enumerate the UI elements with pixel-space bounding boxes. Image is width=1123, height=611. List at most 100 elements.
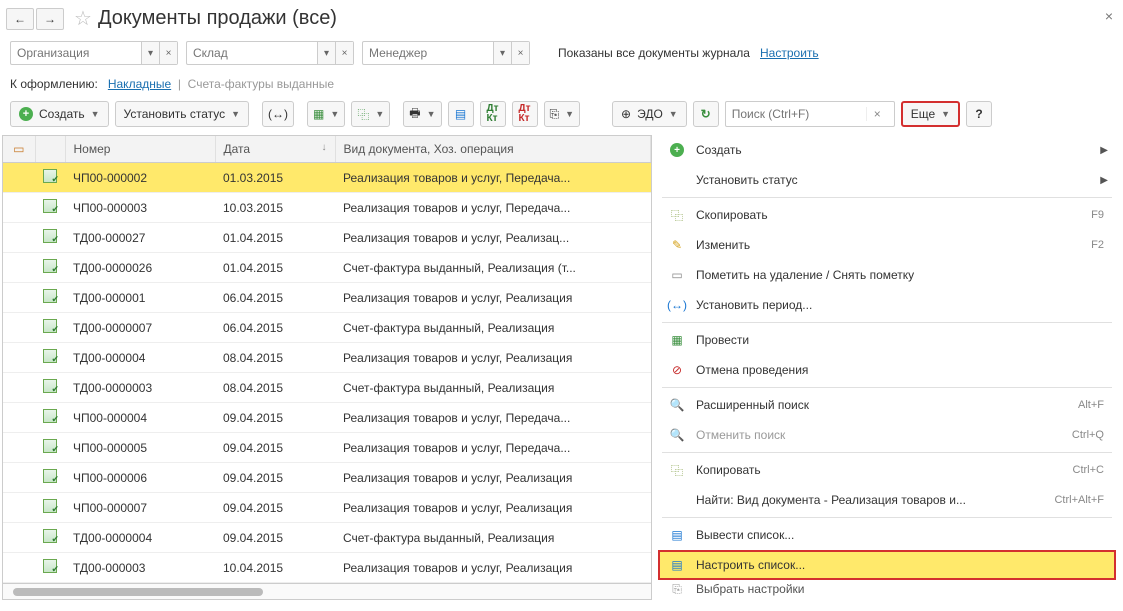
nakladnye-link[interactable]: Накладные — [108, 77, 171, 91]
menu-item[interactable]: ✎ИзменитьF2 — [658, 230, 1116, 260]
sklad-input[interactable] — [187, 42, 317, 64]
manager-input[interactable] — [363, 42, 493, 64]
table-row[interactable]: ЧП00-00000409.04.2015Реализация товаров … — [3, 403, 651, 433]
table-row[interactable]: ТД00-000000308.04.2015Счет-фактура выдан… — [3, 373, 651, 403]
cell-date: 09.04.2015 — [215, 463, 335, 493]
doc-status-icon — [43, 229, 57, 243]
cell-type: Реализация товаров и услуг, Реализация — [335, 343, 651, 373]
menu-item-label: Вывести список... — [696, 528, 794, 542]
shortcut-label: F2 — [1091, 239, 1104, 251]
menu-item-label: Отменить поиск — [696, 428, 785, 442]
copy-icon: ⿻ — [357, 106, 369, 123]
nav-forward-button[interactable]: → — [36, 8, 64, 30]
to-process-row: К оформлению: Накладные | Счета-фактуры … — [0, 69, 1123, 95]
org-filter[interactable]: ▾ × — [10, 41, 178, 65]
number-col-header[interactable]: Номер — [65, 136, 215, 163]
refresh-icon: ↻ — [701, 107, 711, 121]
cell-type: Реализация товаров и услуг, Реализац... — [335, 223, 651, 253]
sklad-filter[interactable]: ▾ × — [186, 41, 354, 65]
table-row[interactable]: ТД00-000000706.04.2015Счет-фактура выдан… — [3, 313, 651, 343]
cell-number: ТД00-0000004 — [65, 523, 215, 553]
clear-icon[interactable]: × — [511, 42, 529, 64]
dtkt-red-button[interactable]: Дт Кт — [512, 101, 538, 127]
reports-button[interactable]: ▤ — [448, 101, 474, 127]
clear-icon[interactable]: × — [335, 42, 353, 64]
dropdown-icon[interactable]: ▾ — [317, 42, 335, 64]
copy-button[interactable]: ⿻▼ — [351, 101, 390, 127]
menu-item[interactable]: ▤Вывести список... — [658, 520, 1116, 550]
edo-button[interactable]: ⊕ ЭДО ▼ — [612, 101, 687, 127]
table-row[interactable]: ТД00-00000408.04.2015Реализация товаров … — [3, 343, 651, 373]
more-button[interactable]: Еще ▼ — [901, 101, 960, 127]
fill-button[interactable]: ▦▼ — [307, 101, 345, 127]
dtkt-green-button[interactable]: Дт Кт — [480, 101, 506, 127]
clear-search-icon[interactable]: × — [866, 107, 888, 121]
print-button[interactable]: 🖶▼ — [403, 101, 441, 127]
table-row[interactable]: ЧП00-00000310.03.2015Реализация товаров … — [3, 193, 651, 223]
period-icon: (↔) — [268, 107, 288, 121]
cell-type: Счет-фактура выданный, Реализация — [335, 523, 651, 553]
search-box[interactable]: × — [725, 101, 895, 127]
menu-item[interactable]: Найти: Вид документа - Реализация товаро… — [658, 485, 1116, 515]
cell-number: ТД00-0000007 — [65, 313, 215, 343]
dropdown-icon[interactable]: ▾ — [141, 42, 159, 64]
manager-filter[interactable]: ▾ × — [362, 41, 530, 65]
clear-icon[interactable]: × — [159, 42, 177, 64]
horizontal-scrollbar[interactable] — [3, 583, 651, 599]
status-col-header[interactable]: ▭ — [3, 136, 35, 163]
configure-link[interactable]: Настроить — [760, 46, 819, 60]
cell-date: 09.04.2015 — [215, 493, 335, 523]
close-button[interactable]: × — [1105, 8, 1113, 24]
create-button[interactable]: + Создать ▼ — [10, 101, 109, 127]
post-icon: ▦ — [668, 333, 686, 347]
doc-status-icon — [43, 349, 57, 363]
cell-date: 09.04.2015 — [215, 403, 335, 433]
menu-item[interactable]: (↔)Установить период... — [658, 290, 1116, 320]
set-status-button[interactable]: Установить статус ▼ — [115, 101, 250, 127]
table-row[interactable]: ТД00-000000409.04.2015Счет-фактура выдан… — [3, 523, 651, 553]
menu-item[interactable]: 🔍Расширенный поискAlt+F — [658, 390, 1116, 420]
table-row[interactable]: ЧП00-00000201.03.2015Реализация товаров … — [3, 163, 651, 193]
date-col-header[interactable]: Дата↓ — [215, 136, 335, 163]
search-input[interactable] — [726, 107, 866, 121]
table-row[interactable]: ЧП00-00000709.04.2015Реализация товаров … — [3, 493, 651, 523]
doc-status-icon — [43, 379, 57, 393]
cell-date: 08.04.2015 — [215, 343, 335, 373]
table-row[interactable]: ЧП00-00000609.04.2015Реализация товаров … — [3, 463, 651, 493]
menu-item[interactable]: ▭Пометить на удаление / Снять пометку — [658, 260, 1116, 290]
org-input[interactable] — [11, 42, 141, 64]
period-button[interactable]: (↔) — [262, 101, 294, 127]
cell-date: 08.04.2015 — [215, 373, 335, 403]
menu-item[interactable]: ⿻СкопироватьF9 — [658, 200, 1116, 230]
menu-item[interactable]: 🔍Отменить поискCtrl+Q — [658, 420, 1116, 450]
refresh-button[interactable]: ↻ — [693, 101, 719, 127]
table-row[interactable]: ТД00-00000310.04.2015Реализация товаров … — [3, 553, 651, 583]
doc-status-icon — [43, 559, 57, 573]
cell-date: 09.04.2015 — [215, 523, 335, 553]
help-button[interactable]: ? — [966, 101, 992, 127]
nav-back-button[interactable]: ← — [6, 8, 34, 30]
menu-item[interactable]: ⿻КопироватьCtrl+C — [658, 455, 1116, 485]
menu-item[interactable]: ▦Провести — [658, 325, 1116, 355]
cell-number: ЧП00-000007 — [65, 493, 215, 523]
table-row[interactable]: ТД00-00002701.04.2015Реализация товаров … — [3, 223, 651, 253]
doc-status-icon — [43, 259, 57, 273]
menu-item-label: Создать — [696, 143, 742, 157]
journal-info-text: Показаны все документы журнала Настроить — [558, 46, 819, 60]
favorite-star-icon[interactable]: ☆ — [74, 6, 92, 31]
icon-col-header[interactable] — [35, 136, 65, 163]
cell-type: Реализация товаров и услуг, Передача... — [335, 433, 651, 463]
menu-item[interactable]: +Создать▶ — [658, 135, 1116, 165]
invoices-link[interactable]: Счета-фактуры выданные — [188, 77, 334, 91]
type-col-header[interactable]: Вид документа, Хоз. операция — [335, 136, 651, 163]
menu-item[interactable]: Установить статус▶ — [658, 165, 1116, 195]
dropdown-icon[interactable]: ▾ — [493, 42, 511, 64]
table-row[interactable]: ТД00-000002601.04.2015Счет-фактура выдан… — [3, 253, 651, 283]
cell-number: ЧП00-000002 — [65, 163, 215, 193]
table-row[interactable]: ЧП00-00000509.04.2015Реализация товаров … — [3, 433, 651, 463]
related-button[interactable]: ⎘▼ — [544, 101, 581, 127]
menu-item[interactable]: ⊘Отмена проведения — [658, 355, 1116, 385]
table-row[interactable]: ТД00-00000106.04.2015Реализация товаров … — [3, 283, 651, 313]
menu-item[interactable]: ▤Настроить список... — [658, 550, 1116, 580]
menu-item[interactable]: ⎘Выбрать настройки — [658, 580, 1116, 598]
